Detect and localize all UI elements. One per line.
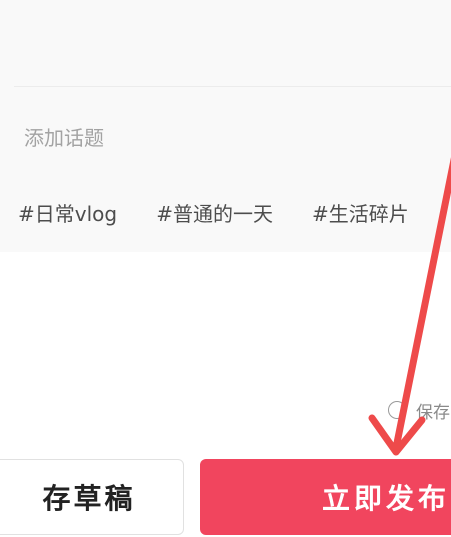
save-draft-button[interactable]: 存草稿	[0, 459, 184, 535]
topic-tag-daily-vlog[interactable]: #日常vlog	[18, 196, 117, 232]
save-draft-label: 存草稿	[42, 482, 136, 515]
save-radio[interactable]	[388, 401, 406, 419]
save-option-label: 保存	[416, 402, 450, 423]
arrow-head	[368, 414, 426, 456]
save-option[interactable]: 保存	[388, 398, 450, 423]
divider	[14, 86, 451, 87]
topic-suggestions: #日常vlog #普通的一天 #生活碎片	[18, 196, 451, 232]
publish-button[interactable]: 立即发布	[200, 459, 451, 535]
topic-panel: #日常vlog #普通的一天 #生活碎片	[0, 0, 451, 252]
publish-label: 立即发布	[322, 482, 451, 515]
topic-tag-life-fragments[interactable]: #生活碎片	[312, 196, 409, 232]
topic-input[interactable]	[24, 118, 324, 158]
topic-tag-ordinary-day[interactable]: #普通的一天	[156, 196, 273, 232]
